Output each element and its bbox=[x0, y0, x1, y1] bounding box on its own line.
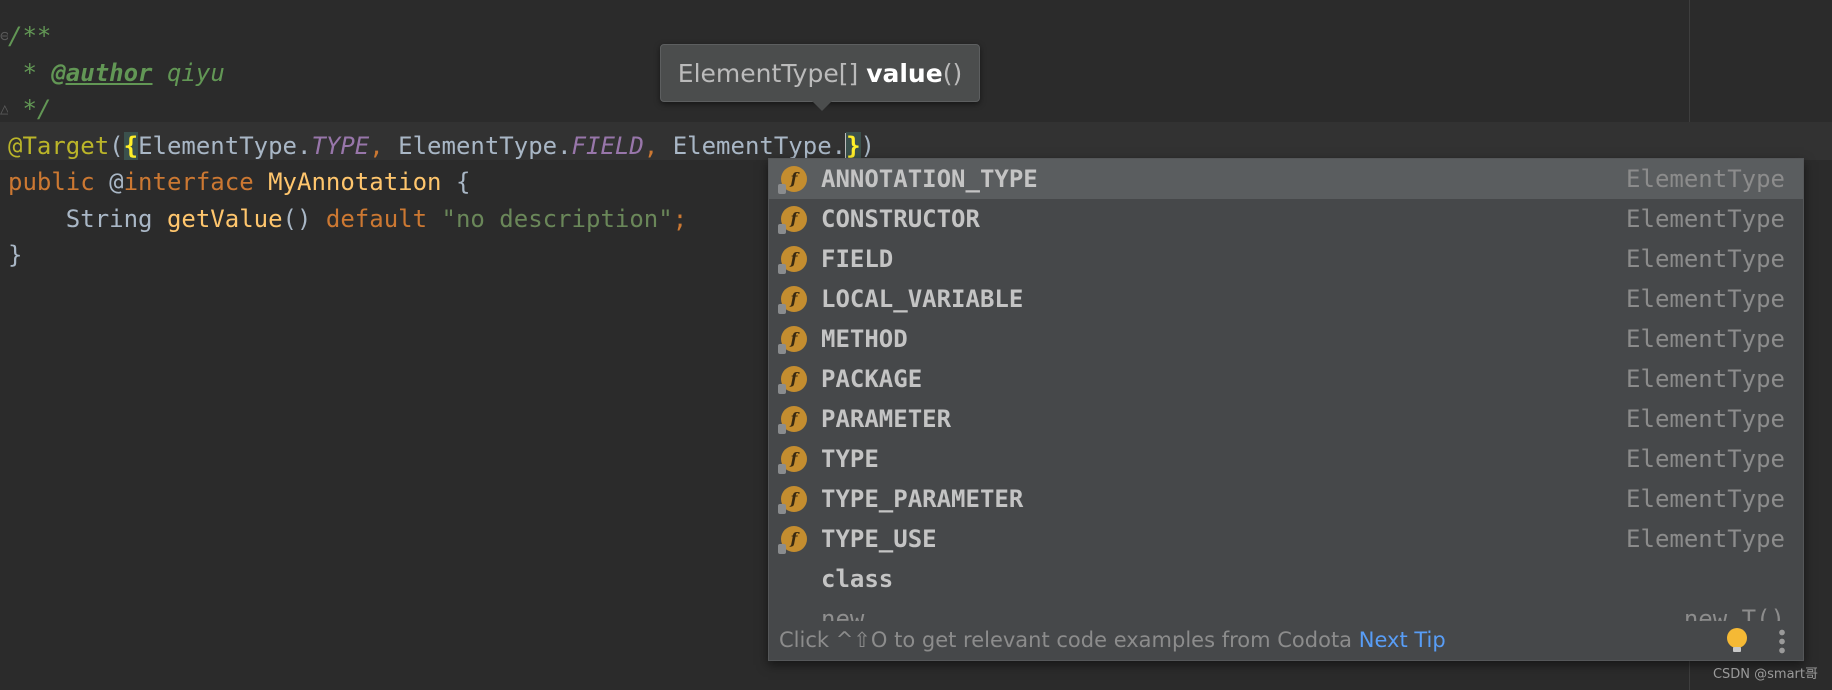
codota-hint-text: Click ^⇧O to get relevant code examples … bbox=[779, 628, 1353, 652]
field-icon: f bbox=[778, 366, 807, 394]
completion-item[interactable]: new new T() bbox=[769, 599, 1803, 621]
completion-item[interactable]: f PACKAGE ElementType bbox=[769, 359, 1803, 399]
code-token: qiyu bbox=[152, 58, 225, 87]
code-token: } bbox=[8, 241, 23, 269]
completion-item[interactable]: f TYPE ElementType bbox=[769, 439, 1803, 479]
fold-marker-icon[interactable]: △ bbox=[0, 91, 8, 127]
code-token: , bbox=[643, 131, 673, 160]
completion-item-type: ElementType bbox=[1626, 205, 1785, 233]
code-token: MyAnnotation bbox=[268, 168, 442, 196]
code-token: TYPE bbox=[311, 131, 370, 160]
code-token: ElementType. bbox=[672, 131, 847, 160]
completion-item-type: new T() bbox=[1683, 605, 1785, 621]
field-icon: f bbox=[778, 526, 807, 554]
completion-item-name: PACKAGE bbox=[821, 365, 923, 393]
code-token: @author bbox=[51, 58, 153, 87]
code-token: interface bbox=[123, 168, 269, 196]
completion-item-name: FIELD bbox=[821, 245, 894, 273]
code-line[interactable]: public @interface MyAnnotation { bbox=[8, 164, 470, 200]
code-token: String bbox=[8, 204, 167, 233]
parameter-info-tooltip: ElementType[] value() bbox=[660, 44, 980, 102]
completion-item-name: TYPE bbox=[821, 445, 879, 473]
code-token: ElementType. bbox=[138, 131, 312, 160]
code-token: * bbox=[8, 58, 52, 87]
code-token: ( bbox=[109, 131, 124, 160]
code-token: ) bbox=[860, 131, 875, 160]
completion-item-type: ElementType bbox=[1626, 485, 1785, 513]
completion-item-name: TYPE_USE bbox=[821, 525, 937, 553]
more-options-icon[interactable] bbox=[1779, 628, 1785, 654]
completion-item-type: ElementType bbox=[1626, 325, 1785, 353]
code-token: default bbox=[325, 204, 442, 233]
completion-item[interactable]: class bbox=[769, 559, 1803, 599]
completion-item-type: ElementType bbox=[1626, 245, 1785, 273]
completion-item[interactable]: f ANNOTATION_TYPE ElementType bbox=[769, 159, 1803, 199]
code-token: "no description" bbox=[441, 204, 673, 233]
code-line[interactable]: } bbox=[8, 237, 22, 273]
code-token: { bbox=[441, 168, 471, 196]
completion-item[interactable]: f PARAMETER ElementType bbox=[769, 399, 1803, 439]
code-token: /** bbox=[8, 22, 52, 50]
completion-item-name: TYPE_PARAMETER bbox=[821, 485, 1024, 513]
completion-item[interactable]: f CONSTRUCTOR ElementType bbox=[769, 199, 1803, 239]
code-line[interactable]: △ */ bbox=[0, 91, 52, 127]
completion-item-name: METHOD bbox=[821, 325, 908, 353]
code-token: */ bbox=[8, 95, 52, 123]
completion-item-name: PARAMETER bbox=[821, 405, 952, 433]
code-token: } bbox=[846, 131, 861, 160]
completion-item-type: ElementType bbox=[1626, 365, 1785, 393]
completion-item-type: ElementType bbox=[1626, 445, 1785, 473]
code-token: getValue bbox=[166, 204, 283, 233]
code-token: ElementType. bbox=[398, 131, 572, 160]
completion-item-name: class bbox=[821, 565, 894, 593]
code-line[interactable]: String getValue() default "no descriptio… bbox=[8, 201, 687, 237]
code-token: public bbox=[8, 168, 110, 196]
completion-item-type: ElementType bbox=[1626, 525, 1785, 553]
completion-item-name: new bbox=[821, 605, 865, 621]
param-name: value bbox=[866, 59, 943, 88]
watermark: CSDN @smart哥 bbox=[1712, 667, 1818, 682]
completion-item[interactable]: f TYPE_USE ElementType bbox=[769, 519, 1803, 559]
code-token: @Target bbox=[8, 131, 110, 160]
code-token: @ bbox=[109, 168, 124, 196]
completion-footer: Click ^⇧O to get relevant code examples … bbox=[769, 620, 1803, 660]
completion-item-name: LOCAL_VARIABLE bbox=[821, 285, 1024, 313]
code-token: ; bbox=[672, 204, 688, 233]
completion-item-type: ElementType bbox=[1626, 165, 1785, 193]
code-token: { bbox=[123, 131, 139, 160]
completion-item-type: ElementType bbox=[1626, 405, 1785, 433]
field-icon: f bbox=[778, 246, 807, 274]
completion-list[interactable]: f ANNOTATION_TYPE ElementType f CONSTRUCTOR E… bbox=[769, 159, 1803, 621]
field-icon: f bbox=[778, 406, 807, 434]
field-icon: f bbox=[778, 486, 807, 514]
field-icon: f bbox=[778, 166, 807, 194]
field-icon: f bbox=[778, 326, 807, 354]
code-token: , bbox=[369, 131, 399, 160]
codota-hint: Click ^⇧O to get relevant code examples … bbox=[779, 620, 1446, 660]
completion-item[interactable]: f METHOD ElementType bbox=[769, 319, 1803, 359]
field-icon: f bbox=[778, 206, 807, 234]
lightbulb-icon[interactable] bbox=[1727, 628, 1747, 652]
code-line[interactable]: * @author qiyu bbox=[8, 55, 225, 91]
next-tip-link[interactable]: Next Tip bbox=[1359, 628, 1446, 652]
code-token: FIELD bbox=[571, 131, 644, 160]
completion-item[interactable]: f TYPE_PARAMETER ElementType bbox=[769, 479, 1803, 519]
param-type: ElementType[] bbox=[677, 59, 867, 88]
code-line[interactable]: @Target({ElementType.TYPE, ElementType.F… bbox=[8, 128, 875, 164]
completion-item-type: ElementType bbox=[1626, 285, 1785, 313]
completion-item[interactable]: f LOCAL_VARIABLE ElementType bbox=[769, 279, 1803, 319]
fold-marker-icon[interactable]: ⊖ bbox=[0, 18, 8, 54]
param-suffix: () bbox=[942, 59, 963, 88]
tooltip-pointer bbox=[812, 101, 832, 111]
completion-item-name: CONSTRUCTOR bbox=[821, 205, 980, 233]
completion-item[interactable]: f FIELD ElementType bbox=[769, 239, 1803, 279]
field-icon: f bbox=[778, 446, 807, 474]
completion-item-name: ANNOTATION_TYPE bbox=[821, 165, 1038, 193]
code-line[interactable]: ⊖/** bbox=[0, 18, 52, 54]
code-token: () bbox=[282, 204, 326, 233]
completion-popup[interactable]: f ANNOTATION_TYPE ElementType f CONSTRUCTOR E… bbox=[768, 158, 1804, 661]
field-icon: f bbox=[778, 286, 807, 314]
